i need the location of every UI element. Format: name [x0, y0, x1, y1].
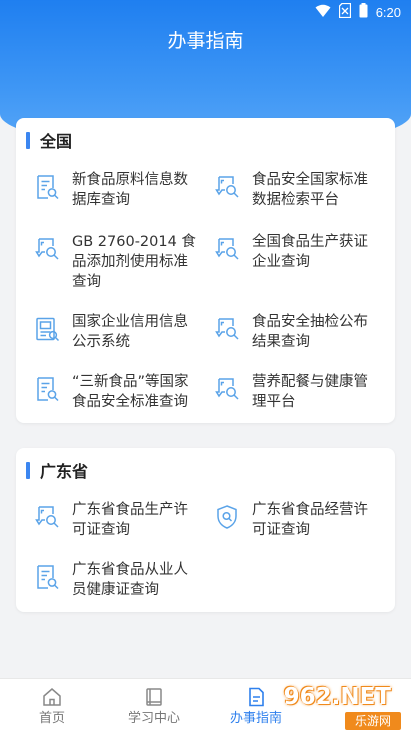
- national-item-gb2760[interactable]: GB 2760-2014 食品添加剂使用标准查询: [16, 232, 196, 292]
- item-label: 新食品原料信息数据库查询: [72, 172, 188, 208]
- item-label: 广东省食品生产许可证查询: [72, 502, 188, 538]
- national-item-new-food-materials[interactable]: 新食品原料信息数据库查询: [16, 170, 196, 230]
- item-label: 食品安全抽检公布结果查询: [252, 314, 368, 350]
- watermark-text: 962.NET: [283, 684, 391, 710]
- item-label: 全国食品生产获证企业查询: [252, 234, 368, 270]
- id-card-icon: [34, 316, 60, 342]
- item-label: “三新食品”等国家食品安全标准查询: [72, 374, 189, 410]
- section-marker: [26, 461, 30, 479]
- tab-label: 首页: [38, 711, 65, 726]
- status-bar: 6:20: [0, 0, 411, 24]
- section-header: 全国: [16, 128, 72, 152]
- national-item-standards-search[interactable]: 食品安全国家标准数据检索平台: [196, 170, 376, 230]
- guangdong-section: 广东省 广东省食品生产许可证查询 广东省食品经营许可证查询 广东省食品从业人员健…: [16, 448, 395, 612]
- chat-search-icon: [34, 236, 60, 262]
- wifi-icon: [315, 4, 331, 21]
- chat-search-icon: [214, 236, 240, 262]
- shield-search-icon: [214, 504, 240, 530]
- item-label: GB 2760-2014 食品添加剂使用标准查询: [72, 234, 196, 290]
- national-item-sampling-results[interactable]: 食品安全抽检公布结果查询: [196, 312, 376, 372]
- chat-search-icon: [214, 376, 240, 402]
- document-search-icon: [34, 376, 60, 402]
- page-title: 办事指南: [167, 30, 244, 52]
- item-label: 营养配餐与健康管理平台: [252, 374, 368, 410]
- document-search-icon: [34, 564, 60, 590]
- section-header: 广东省: [16, 458, 88, 482]
- tab-home[interactable]: 首页: [2, 679, 102, 732]
- book-icon: [143, 686, 165, 708]
- item-label: 广东省食品从业人员健康证查询: [72, 562, 188, 598]
- chat-search-icon: [214, 174, 240, 200]
- section-title: 广东省: [40, 462, 89, 481]
- national-item-nutrition-platform[interactable]: 营养配餐与健康管理平台: [196, 372, 376, 432]
- guangdong-item-health-certificate[interactable]: 广东省食品从业人员健康证查询: [16, 560, 196, 620]
- tab-label: 学习中心: [127, 711, 180, 726]
- watermark-subtext: 乐游网: [345, 712, 401, 730]
- item-label: 国家企业信用信息公示系统: [72, 314, 188, 350]
- national-item-three-new-foods[interactable]: “三新食品”等国家食品安全标准查询: [16, 372, 196, 432]
- section-marker: [26, 131, 30, 149]
- national-item-production-licensed[interactable]: 全国食品生产获证企业查询: [196, 232, 376, 292]
- document-search-icon: [34, 174, 60, 200]
- site-watermark-logo: 962.NET 乐游网: [275, 680, 405, 732]
- national-item-credit-system[interactable]: 国家企业信用信息公示系统: [16, 312, 196, 372]
- chat-search-icon: [214, 316, 240, 342]
- chat-search-icon: [34, 504, 60, 530]
- no-sim-icon: [338, 2, 351, 21]
- item-label: 食品安全国家标准数据检索平台: [252, 172, 368, 208]
- status-time: 6:20: [375, 4, 401, 20]
- national-section: 全国 新食品原料信息数据库查询 食品安全国家标准数据检索平台 GB 2760-2…: [16, 118, 395, 423]
- guide-icon: [245, 686, 267, 708]
- item-label: 广东省食品经营许可证查询: [252, 502, 368, 538]
- tab-learning-center[interactable]: 学习中心: [104, 679, 204, 732]
- section-title: 全国: [40, 132, 73, 151]
- battery-icon: [359, 3, 368, 21]
- home-icon: [41, 686, 63, 708]
- guangdong-item-production-license[interactable]: 广东省食品生产许可证查询: [16, 500, 196, 560]
- guangdong-item-business-license[interactable]: 广东省食品经营许可证查询: [196, 500, 376, 560]
